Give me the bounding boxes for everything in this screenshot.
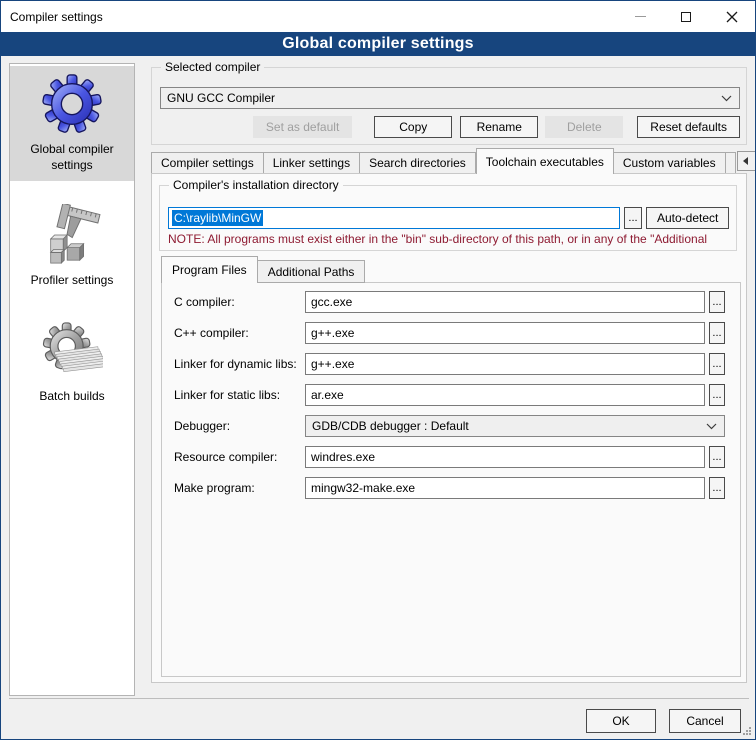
tab-toolchain-executables[interactable]: Toolchain executables	[476, 148, 614, 174]
static-linker-row: Linker for static libs: ...	[174, 384, 740, 406]
debugger-row: Debugger: GDB/CDB debugger : Default	[174, 415, 740, 437]
resource-compiler-input[interactable]	[305, 446, 705, 468]
chevron-down-icon	[721, 95, 732, 102]
resource-compiler-browse-button[interactable]: ...	[709, 446, 725, 468]
caption-buttons	[617, 1, 755, 32]
cpp-compiler-row: C++ compiler: ...	[174, 322, 740, 344]
make-program-row: Make program: ...	[174, 477, 740, 499]
tab-build-options[interactable]: Build	[726, 152, 736, 174]
installation-directory-input[interactable]: C:\raylib\MinGW	[168, 207, 620, 229]
minimize-icon	[635, 16, 646, 17]
auto-detect-button[interactable]: Auto-detect	[646, 207, 729, 229]
sidebar-item-batch-builds[interactable]: Batch builds	[10, 313, 134, 413]
program-files-page: C compiler: ... C++ compiler: ... Linker…	[161, 282, 741, 677]
caliper-icon	[41, 204, 103, 266]
maximize-button[interactable]	[663, 1, 709, 32]
rename-button[interactable]: Rename	[460, 116, 538, 138]
cpp-compiler-input[interactable]	[305, 322, 705, 344]
sidebar-item-label: Profiler settings	[31, 273, 114, 289]
tab-search-directories[interactable]: Search directories	[360, 152, 476, 174]
tab-scroll-left-button[interactable]	[737, 151, 756, 171]
make-program-browse-button[interactable]: ...	[709, 477, 725, 499]
resource-compiler-row: Resource compiler: ...	[174, 446, 740, 468]
settings-category-list: Global compiler settings	[9, 63, 135, 696]
sidebar-item-label: Global compiler settings	[14, 142, 130, 173]
set-as-default-button[interactable]: Set as default	[253, 116, 352, 138]
maximize-icon	[681, 12, 691, 22]
dialog-header: Global compiler settings	[1, 32, 755, 56]
make-program-input[interactable]	[305, 477, 705, 499]
ok-button[interactable]: OK	[586, 709, 656, 733]
dynamic-linker-input[interactable]	[305, 353, 705, 375]
installation-directory-group-label: Compiler's installation directory	[169, 178, 343, 192]
tab-linker-settings[interactable]: Linker settings	[264, 152, 360, 174]
resource-compiler-label: Resource compiler:	[174, 450, 305, 464]
installation-directory-row: C:\raylib\MinGW ... Auto-detect	[168, 207, 729, 229]
static-linker-browse-button[interactable]: ...	[709, 384, 725, 406]
tab-custom-variables[interactable]: Custom variables	[614, 152, 726, 174]
close-button[interactable]	[709, 1, 755, 32]
compiler-select[interactable]: GNU GCC Compiler	[160, 87, 740, 109]
c-compiler-label: C compiler:	[174, 295, 305, 309]
make-program-label: Make program:	[174, 481, 305, 495]
tab-compiler-settings[interactable]: Compiler settings	[151, 152, 264, 174]
c-compiler-browse-button[interactable]: ...	[709, 291, 725, 313]
arrow-left-icon	[743, 157, 749, 165]
minimize-button[interactable]	[617, 1, 663, 32]
selected-compiler-group: Selected compiler GNU GCC Compiler Set a…	[151, 67, 747, 145]
installation-directory-value: C:\raylib\MinGW	[172, 210, 263, 226]
compiler-buttons-row: Set as default Copy Rename Delete Reset …	[152, 116, 740, 138]
compiler-settings-dialog: Compiler settings Global compiler settin…	[0, 0, 756, 740]
chevron-down-icon	[706, 423, 717, 430]
gear-stack-icon	[41, 320, 103, 382]
static-linker-input[interactable]	[305, 384, 705, 406]
static-linker-label: Linker for static libs:	[174, 388, 305, 402]
subtab-program-files[interactable]: Program Files	[161, 256, 258, 283]
sidebar-item-label: Batch builds	[39, 389, 104, 405]
copy-button[interactable]: Copy	[374, 116, 452, 138]
blue-gear-icon	[41, 73, 103, 135]
installation-directory-group: Compiler's installation directory C:\ray…	[159, 185, 737, 251]
sidebar-item-global-compiler-settings[interactable]: Global compiler settings	[10, 66, 134, 181]
sidebar-item-profiler-settings[interactable]: Profiler settings	[10, 197, 134, 297]
window-title: Compiler settings	[10, 10, 103, 24]
bin-subdirectory-note: NOTE: All programs must exist either in …	[168, 232, 730, 246]
settings-tab-strip: Compiler settings Linker settings Search…	[151, 148, 747, 174]
installation-directory-browse-button[interactable]: ...	[624, 207, 642, 229]
close-icon	[726, 11, 738, 23]
dynamic-linker-label: Linker for dynamic libs:	[174, 357, 305, 371]
cpp-compiler-browse-button[interactable]: ...	[709, 322, 725, 344]
subtab-additional-paths[interactable]: Additional Paths	[258, 260, 366, 283]
cancel-button[interactable]: Cancel	[669, 709, 741, 733]
footer-divider	[9, 698, 749, 699]
tab-scroll-arrows	[736, 151, 756, 171]
resize-grip[interactable]	[743, 727, 752, 736]
delete-button[interactable]: Delete	[545, 116, 623, 138]
program-files-tab-strip: Program Files Additional Paths	[161, 256, 365, 283]
dynamic-linker-row: Linker for dynamic libs: ...	[174, 353, 740, 375]
c-compiler-input[interactable]	[305, 291, 705, 313]
debugger-select[interactable]: GDB/CDB debugger : Default	[305, 415, 725, 437]
compiler-select-value: GNU GCC Compiler	[161, 91, 721, 105]
reset-defaults-button[interactable]: Reset defaults	[637, 116, 740, 138]
title-bar: Compiler settings	[1, 1, 755, 32]
debugger-label: Debugger:	[174, 419, 305, 433]
debugger-select-value: GDB/CDB debugger : Default	[306, 419, 706, 433]
cpp-compiler-label: C++ compiler:	[174, 326, 305, 340]
c-compiler-row: C compiler: ...	[174, 291, 740, 313]
selected-compiler-group-label: Selected compiler	[161, 60, 264, 74]
dynamic-linker-browse-button[interactable]: ...	[709, 353, 725, 375]
